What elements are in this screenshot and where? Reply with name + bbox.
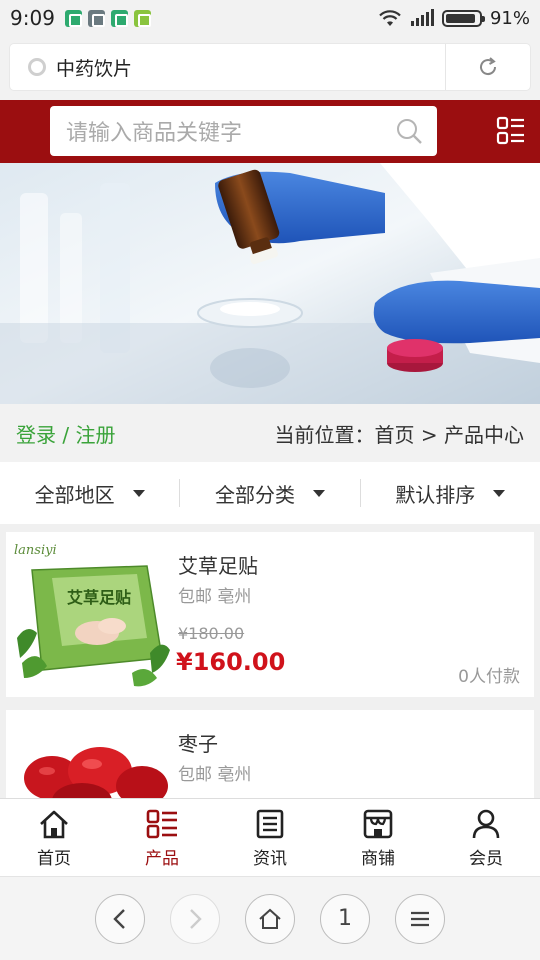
browser-address-area: 中药饮片	[0, 36, 540, 100]
product-price: ¥160.00	[176, 648, 286, 676]
caret-down-icon	[132, 489, 145, 497]
product-shipping: 包邮 亳州	[178, 765, 252, 785]
app-notification-icon	[64, 9, 82, 27]
page-title[interactable]: 中药饮片	[56, 54, 445, 81]
tab-count: 1	[338, 906, 352, 931]
nav-label: 会员	[469, 848, 503, 869]
home-button[interactable]	[245, 893, 295, 944]
breadcrumb[interactable]: 当前位置：首页 > 产品中心	[275, 419, 524, 448]
nav-member[interactable]: 会员	[432, 799, 540, 876]
address-bar[interactable]: 中药饮片	[10, 44, 530, 90]
product-image[interactable]: lansiyi 艾草足贴	[12, 538, 172, 690]
signal-icon	[410, 9, 434, 26]
product-original-price: ¥180.00	[178, 624, 245, 643]
foot-patch-box-image: lansiyi 艾草足贴	[12, 538, 172, 690]
back-button[interactable]	[95, 893, 145, 944]
brand-label: lansiyi	[14, 543, 57, 558]
search-icon	[397, 119, 422, 144]
filter-sort[interactable]: 默认排序	[361, 462, 540, 524]
product-shipping: 包邮 亳州	[178, 587, 252, 607]
chevron-right-icon	[190, 908, 202, 929]
nav-label: 资讯	[253, 848, 287, 869]
shop-icon	[361, 807, 395, 841]
product-card[interactable]: 枣子 包邮 亳州	[6, 710, 534, 868]
tabs-button[interactable]: 1	[320, 893, 370, 944]
filter-bar: 全部地区 全部分类 默认排序	[0, 462, 540, 524]
battery-icon	[441, 9, 485, 27]
reload-button[interactable]	[446, 44, 530, 90]
user-icon	[469, 807, 503, 841]
product-card[interactable]: lansiyi 艾草足贴 艾草足贴 包邮 亳州 ¥180.00 ¥160.00 …	[6, 532, 534, 697]
nav-news[interactable]: 资讯	[216, 799, 324, 876]
news-icon	[253, 807, 287, 841]
battery-percent: 91%	[489, 7, 530, 29]
caret-down-icon	[493, 489, 506, 497]
lab-banner-image	[0, 163, 540, 404]
app-notification-icon	[110, 9, 128, 27]
search-input[interactable]: 请输入商品关键字	[50, 106, 437, 156]
filter-label: 默认排序	[395, 482, 476, 507]
reload-icon	[480, 57, 497, 76]
notification-icons	[64, 9, 151, 27]
hamburger-icon	[411, 911, 429, 926]
chevron-left-icon	[113, 908, 125, 929]
product-payers: 0人付款	[458, 667, 520, 687]
filter-region[interactable]: 全部地区	[0, 462, 179, 524]
forward-button[interactable]	[170, 893, 220, 944]
search-placeholder: 请输入商品关键字	[66, 121, 243, 146]
browser-menu-button[interactable]	[395, 893, 445, 944]
status-bar: 9:09 91%	[0, 0, 540, 36]
product-name[interactable]: 枣子	[178, 728, 218, 757]
nav-home[interactable]: 首页	[0, 799, 108, 876]
home-icon	[37, 807, 71, 841]
menu-list-icon	[496, 116, 524, 145]
category-menu-button[interactable]	[496, 116, 526, 146]
product-name[interactable]: 艾草足贴	[178, 550, 258, 579]
nav-products[interactable]: 产品	[108, 799, 216, 876]
nav-shop[interactable]: 商铺	[324, 799, 432, 876]
bottom-nav: 首页 产品 资讯 商铺 会员	[0, 798, 540, 876]
home-outline-icon	[259, 908, 281, 929]
nav-label: 产品	[145, 848, 179, 869]
browser-toolbar: 1	[0, 876, 540, 960]
filter-label: 全部地区	[34, 482, 115, 507]
nav-label: 首页	[37, 848, 71, 869]
search-button[interactable]	[381, 117, 437, 145]
login-register-link[interactable]: 登录 / 注册	[16, 419, 115, 448]
wifi-icon	[379, 10, 401, 26]
site-icon	[28, 58, 46, 76]
box-text: 艾草足贴	[67, 588, 131, 607]
app-notification-icon	[87, 9, 105, 27]
filter-category[interactable]: 全部分类	[180, 462, 359, 524]
filter-label: 全部分类	[214, 482, 295, 507]
wechat-notification-icon	[133, 9, 151, 27]
status-time: 9:09	[10, 6, 55, 30]
list-icon	[145, 807, 179, 841]
nav-label: 商铺	[361, 848, 395, 869]
site-header: 请输入商品关键字	[0, 100, 540, 163]
caret-down-icon	[312, 489, 325, 497]
info-row: 登录 / 注册 当前位置：首页 > 产品中心	[0, 404, 540, 462]
hero-banner[interactable]	[0, 163, 540, 404]
